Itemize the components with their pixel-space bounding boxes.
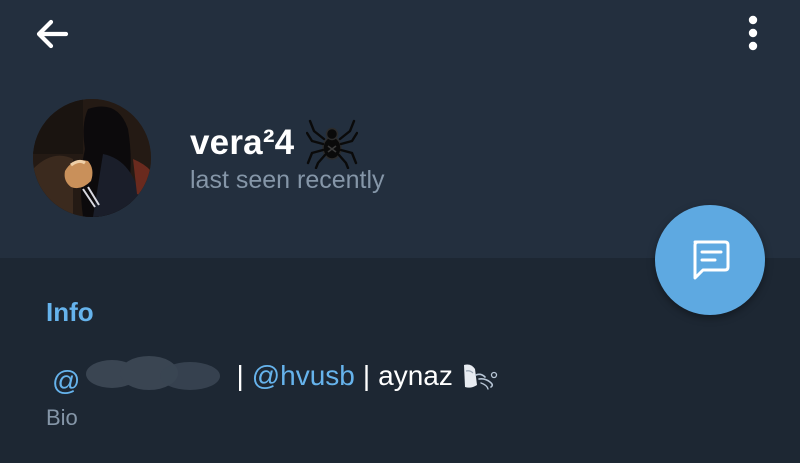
avatar[interactable]: [33, 99, 151, 217]
bio-text: @ | @hvusb | aynaz: [52, 355, 501, 397]
back-button[interactable]: [28, 12, 76, 56]
spider-icon: [306, 119, 359, 169]
info-section-title: Info: [46, 297, 94, 327]
arrow-left-icon: [36, 19, 69, 49]
bio-plain-text: aynaz: [378, 360, 453, 391]
message-icon: [693, 240, 730, 280]
send-message-button[interactable]: [655, 205, 765, 315]
bio-separator: |: [236, 360, 244, 391]
profile-name: vera²4: [190, 123, 295, 162]
bio-separator: |: [362, 360, 371, 391]
vertical-dots-icon: [748, 15, 758, 51]
bio-mention-link[interactable]: @hvusb: [252, 360, 355, 392]
last-seen-status: last seen recently: [190, 166, 385, 194]
name-row: vera²4: [190, 118, 359, 169]
avatar-photo: [33, 99, 151, 217]
wind-face-icon: [463, 364, 498, 390]
bio-label: Bio: [46, 405, 78, 430]
bio-at-prefix: @: [52, 364, 81, 396]
bio-hidden-mention[interactable]: @: [52, 355, 228, 397]
redacted-username: [82, 355, 222, 390]
more-options-button[interactable]: [730, 10, 776, 58]
